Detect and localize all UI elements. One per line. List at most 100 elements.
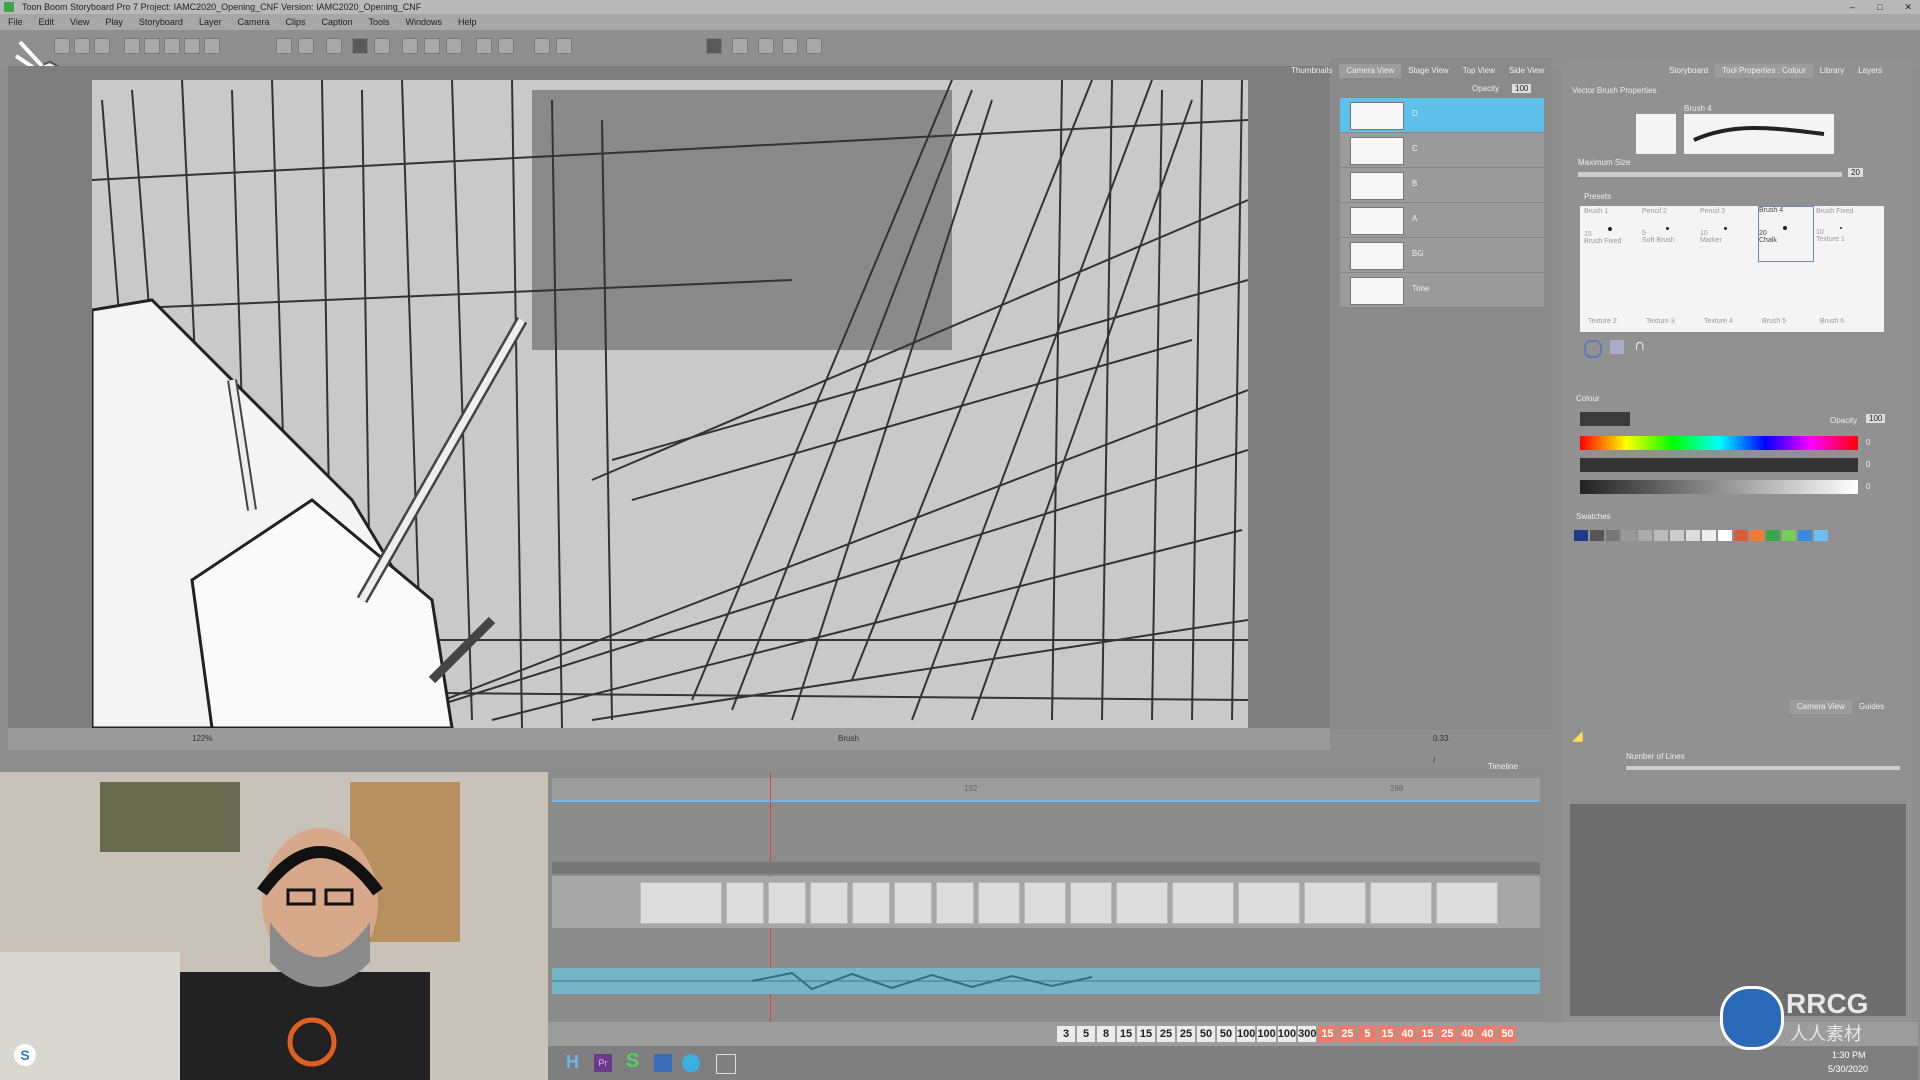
preset-3[interactable]: Pencil 3 10 Marker [1700,208,1754,262]
audio-track[interactable] [552,968,1540,994]
max-size-value[interactable]: 20 [1848,168,1863,177]
colour-swatch[interactable] [1718,530,1732,541]
layer-row-c[interactable]: C [1340,133,1544,168]
colour-swatch[interactable] [1686,530,1700,541]
new-project-icon[interactable] [54,38,70,54]
preset-row2-1[interactable]: Texture 2 [1588,318,1617,325]
colour-swatch[interactable] [1782,530,1796,541]
menu-caption[interactable]: Caption [313,14,360,30]
shot-thumbnail[interactable] [726,882,764,924]
colour-swatch[interactable] [1638,530,1652,541]
onion-number-button[interactable]: 15 [1137,1026,1155,1042]
magnet-icon[interactable]: ∩ [1634,338,1648,354]
tab-guides[interactable]: Guides [1852,700,1891,714]
line-tool-icon[interactable] [276,38,292,54]
current-colour-chip[interactable] [1580,412,1630,426]
onion-number-red-button[interactable]: 40 [1398,1026,1417,1042]
colour-swatch[interactable] [1766,530,1780,541]
brush-tool-icon[interactable] [298,38,314,54]
tab-library[interactable]: Library [1813,64,1851,78]
onion-number-red-button[interactable]: 15 [1318,1026,1337,1042]
preset-1[interactable]: Brush 1 15 Brush Fixed [1584,208,1638,262]
align-icon[interactable] [782,38,798,54]
layout-list-icon[interactable] [374,38,390,54]
open-icon[interactable] [74,38,90,54]
zoom-in-icon[interactable] [476,38,492,54]
onion-number-red-button[interactable]: 25 [1338,1026,1357,1042]
colour-swatch[interactable] [1590,530,1604,541]
onion-number-button[interactable]: 300 [1298,1026,1317,1042]
storyboard-app-icon[interactable]: S [626,1050,639,1073]
tab-camera-view-2[interactable]: Camera View [1790,700,1852,714]
menu-view[interactable]: View [62,14,97,30]
shot-thumbnail[interactable] [1172,882,1234,924]
number-of-lines-slider[interactable] [1626,766,1900,770]
redo-icon[interactable] [144,38,160,54]
preset-2[interactable]: Pencil 2 5 Soft Brush [1642,208,1696,262]
stroke-icon[interactable] [1584,340,1602,358]
preset-row2-4[interactable]: Brush 5 [1762,318,1786,325]
zoom-out-icon[interactable] [498,38,514,54]
preset-row2-5[interactable]: Brush 6 [1820,318,1844,325]
colour-swatch[interactable] [1798,530,1812,541]
save-icon[interactable] [94,38,110,54]
onion-number-red-button[interactable]: 40 [1458,1026,1477,1042]
tab-top-view[interactable]: Top View [1456,64,1502,78]
menu-clips[interactable]: Clips [277,14,313,30]
onion-number-button[interactable]: 50 [1197,1026,1215,1042]
onion-number-red-button[interactable]: 15 [1418,1026,1437,1042]
camera-icon[interactable] [402,38,418,54]
shot-thumbnail[interactable] [1238,882,1300,924]
tab-side-view[interactable]: Side View [1502,64,1551,78]
crop-icon[interactable] [732,38,748,54]
photos-app-icon[interactable] [654,1054,672,1072]
colour-swatch[interactable] [1702,530,1716,541]
onion-number-button[interactable]: 5 [1077,1026,1095,1042]
layer-opacity-value[interactable]: 100 [1512,84,1532,93]
shot-thumbnail[interactable] [810,882,848,924]
onion-number-button[interactable]: 25 [1157,1026,1175,1042]
image-icon[interactable] [446,38,462,54]
tab-camera-view[interactable]: Camera View [1339,64,1402,78]
brush-stroke-preview[interactable] [1684,114,1834,154]
menu-file[interactable]: File [0,14,31,30]
shot-thumbnail[interactable] [1024,882,1066,924]
hue-slider[interactable] [1580,436,1858,450]
saturation-slider[interactable] [1580,458,1858,472]
menu-edit[interactable]: Edit [31,14,63,30]
shot-thumbnail[interactable] [936,882,974,924]
pressure-icon[interactable] [1610,340,1624,354]
preset-row2-3[interactable]: Texture 4 [1704,318,1733,325]
undo-icon[interactable] [124,38,140,54]
onion-number-red-button[interactable]: 40 [1478,1026,1497,1042]
close-icon[interactable]: ✕ [1904,0,1912,14]
shot-thumbnail[interactable] [1370,882,1432,924]
tab-storyboard[interactable]: Storyboard [1662,64,1715,78]
value-slider[interactable] [1580,480,1858,494]
shot-thumbnail[interactable] [1436,882,1498,924]
onion-number-button[interactable]: 100 [1277,1026,1297,1042]
menu-storyboard[interactable]: Storyboard [131,14,191,30]
shot-thumbnail[interactable] [1304,882,1366,924]
stage-zoom[interactable]: 122% [192,728,212,750]
colour-swatch[interactable] [1670,530,1684,541]
play-back-icon[interactable] [534,38,550,54]
shot-thumbnail[interactable] [768,882,806,924]
colour-swatch[interactable] [1734,530,1748,541]
preset-5[interactable]: Brush Fixed 10 Texture 1 [1816,208,1870,262]
tab-thumbnails[interactable]: Thumbnails [1284,64,1339,78]
hue-value[interactable]: 0 [1866,438,1870,447]
menu-layer[interactable]: Layer [191,14,230,30]
menu-tools[interactable]: Tools [361,14,398,30]
menu-windows[interactable]: Windows [398,14,451,30]
layout-grid-icon[interactable] [352,38,368,54]
onion-number-button[interactable]: 25 [1177,1026,1195,1042]
preset-4-selected[interactable]: Brush 4 20 Chalk [1758,206,1814,262]
guide-ruler-icon[interactable]: ◢ [1572,728,1588,742]
tab-tool-properties[interactable]: Tool Properties : Colour [1715,64,1813,78]
harmony-app-icon[interactable]: H [566,1052,579,1073]
preset-row2-2[interactable]: Texture 3 [1646,318,1675,325]
premiere-app-icon[interactable]: Pr [594,1054,612,1072]
layer-row-bg[interactable]: BG [1340,238,1544,273]
drawing-canvas[interactable] [92,80,1248,728]
